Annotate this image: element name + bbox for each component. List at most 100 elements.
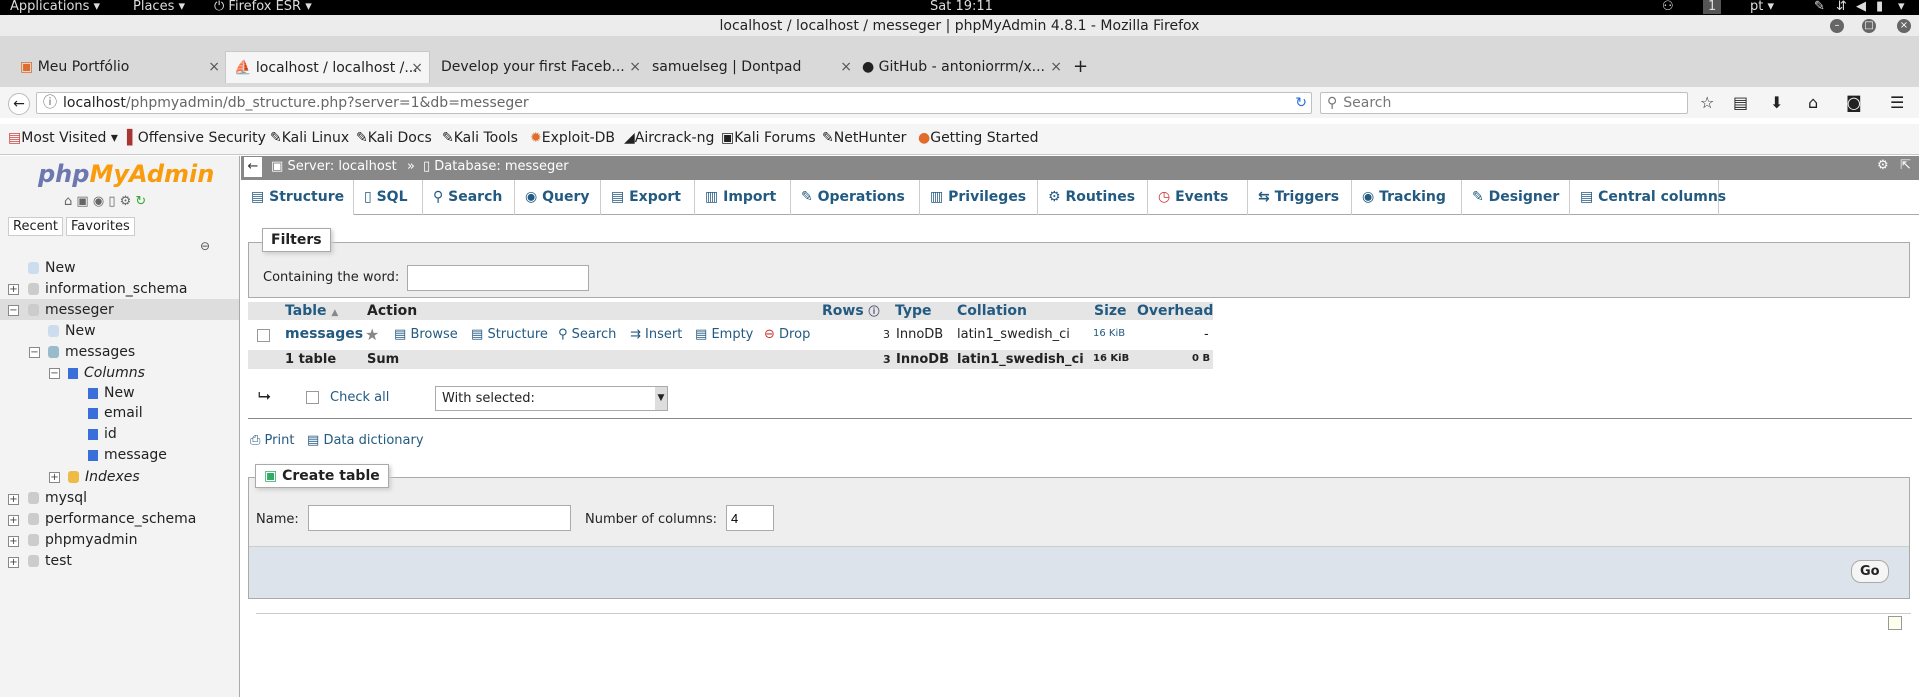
volume-icon[interactable]: ◀: [1856, 0, 1866, 14]
collapse-toggle[interactable]: −: [8, 305, 19, 316]
url-bar[interactable]: ⓘ localhost/phpmyadmin/db_structure.php?s…: [36, 92, 1312, 114]
tree-columns[interactable]: Columns: [68, 365, 145, 381]
firefox-menu[interactable]: ⏻ Firefox ESR ▾: [214, 0, 312, 14]
header-size[interactable]: Size: [1094, 303, 1127, 319]
pocket-icon[interactable]: ◙: [1846, 93, 1862, 112]
power-menu-icon[interactable]: ▾: [1898, 0, 1905, 14]
header-type[interactable]: Type: [895, 303, 932, 319]
filter-input[interactable]: [407, 265, 589, 291]
tab-operations[interactable]: ✎ Operations: [791, 180, 920, 215]
workspace-indicator[interactable]: 1: [1703, 0, 1722, 14]
settings-icon[interactable]: ⚙: [120, 194, 132, 209]
tab-export[interactable]: ▤ Export: [601, 180, 695, 215]
breadcrumb-server[interactable]: ▣ Server: localhost: [271, 159, 397, 174]
query-icon[interactable]: ◉: [93, 194, 104, 209]
check-all-label[interactable]: Check all: [330, 390, 389, 405]
tab-events[interactable]: ◷ Events: [1148, 180, 1248, 215]
back-button[interactable]: ←: [8, 93, 30, 115]
close-tab-icon[interactable]: ×: [411, 52, 423, 83]
tab-triggers[interactable]: ⇆ Triggers: [1248, 180, 1352, 215]
settings-gear-icon[interactable]: ⚙: [1877, 158, 1889, 173]
pma-logo[interactable]: phpMyAdmin: [38, 160, 214, 188]
collapse-top-icon[interactable]: ⇱: [1900, 158, 1911, 173]
tab-privileges[interactable]: ▥ Privileges: [920, 180, 1038, 215]
tree-db-performance-schema[interactable]: performance_schema: [28, 511, 196, 527]
language-indicator[interactable]: pt ▾: [1750, 0, 1774, 14]
downloads-icon[interactable]: ⬇: [1770, 93, 1783, 112]
bookmark-aircrack[interactable]: ◢Aircrack-ng: [624, 130, 714, 146]
close-window-button[interactable]: ×: [1897, 19, 1911, 33]
applications-menu[interactable]: Applications ▾: [10, 0, 100, 14]
bookmark-exploit-db[interactable]: ✹Exploit-DB: [530, 130, 615, 146]
pen-icon[interactable]: ✎: [1814, 0, 1825, 14]
header-collation[interactable]: Collation: [957, 303, 1027, 319]
close-tab-icon[interactable]: ×: [208, 51, 220, 83]
table-name-input[interactable]: [308, 505, 571, 531]
structure-link[interactable]: ▤ Structure: [471, 327, 548, 342]
insert-link[interactable]: ⇉ Insert: [630, 327, 682, 342]
tree-db-phpmyadmin[interactable]: phpmyadmin: [28, 532, 137, 548]
close-tab-icon[interactable]: ×: [1050, 51, 1062, 83]
search-link[interactable]: ⚲ Search: [558, 327, 616, 342]
hamburger-menu-icon[interactable]: ☰: [1890, 93, 1904, 112]
link-panels-icon[interactable]: ⊖: [200, 239, 210, 253]
browse-link[interactable]: ▤ Browse: [394, 327, 458, 342]
tree-column-id[interactable]: id: [88, 426, 117, 442]
tab-central-columns[interactable]: ▤ Central columns: [1570, 180, 1726, 215]
tree-db-mysql[interactable]: mysql: [28, 490, 87, 506]
data-dictionary-link[interactable]: ▤ Data dictionary: [307, 433, 424, 448]
tree-db-messeger[interactable]: messeger: [28, 302, 114, 318]
home-icon[interactable]: ⌂: [64, 194, 72, 209]
tree-column-email[interactable]: email: [88, 405, 143, 421]
header-rows[interactable]: Rows ⓘ: [822, 303, 880, 319]
tree-column-message[interactable]: message: [88, 447, 167, 463]
expand-toggle[interactable]: +: [8, 557, 19, 568]
favorites-tab[interactable]: Favorites: [66, 217, 135, 236]
tab-github[interactable]: ● GitHub - antoniorrm/x... ×: [862, 51, 1062, 83]
home-icon[interactable]: ⌂: [1808, 93, 1818, 112]
collapse-panel-icon[interactable]: ←: [244, 157, 262, 177]
minimize-button[interactable]: –: [1830, 19, 1844, 33]
bookmark-kali-forums[interactable]: ▣Kali Forums: [721, 130, 816, 146]
expand-toggle[interactable]: +: [8, 536, 19, 547]
with-selected-dropdown[interactable]: With selected: ▼: [435, 386, 668, 411]
tab-search[interactable]: ⚲ Search: [423, 180, 515, 215]
bookmark-kali-linux[interactable]: ✎Kali Linux: [270, 130, 349, 146]
logout-icon[interactable]: ▣: [76, 194, 88, 209]
tab-portfolio[interactable]: ▣ Meu Portfólio ×: [20, 51, 220, 83]
drop-link[interactable]: ⊖ Drop: [764, 327, 810, 342]
tree-db-information-schema[interactable]: information_schema: [28, 281, 188, 297]
search-bar[interactable]: ⚲ Search: [1320, 92, 1688, 114]
battery-icon[interactable]: ▮: [1876, 0, 1883, 14]
breadcrumb-database[interactable]: ▯ Database: messeger: [423, 159, 569, 174]
print-link[interactable]: ⎙ Print: [250, 433, 294, 448]
tab-structure[interactable]: ▤ Structure: [241, 180, 354, 215]
expand-toggle[interactable]: +: [8, 284, 19, 295]
clock[interactable]: Sat 19:11: [930, 0, 993, 14]
console-toggle-icon[interactable]: [1888, 616, 1902, 630]
reading-list-icon[interactable]: ▤: [1733, 93, 1748, 112]
close-tab-icon[interactable]: ×: [840, 51, 852, 83]
expand-toggle[interactable]: +: [8, 515, 19, 526]
collapse-toggle[interactable]: −: [29, 347, 40, 358]
network-icon[interactable]: ⇵: [1836, 0, 1847, 14]
tab-designer[interactable]: ✎ Designer: [1462, 180, 1570, 215]
expand-toggle[interactable]: +: [49, 472, 60, 483]
help-icon[interactable]: ⓘ: [869, 305, 880, 318]
bookmark-kali-tools[interactable]: ✎Kali Tools: [442, 130, 518, 146]
reload-icon[interactable]: ↻: [1295, 93, 1307, 113]
places-menu[interactable]: Places ▾: [133, 0, 185, 14]
bookmark-most-visited[interactable]: ▤Most Visited ▾: [8, 130, 118, 146]
tab-import[interactable]: ▥ Import: [695, 180, 791, 215]
tab-dontpad[interactable]: samuelseg | Dontpad ×: [652, 51, 852, 83]
tree-column-new[interactable]: New: [88, 385, 135, 401]
tree-indexes[interactable]: Indexes: [68, 469, 140, 485]
tree-db-test[interactable]: test: [28, 553, 72, 569]
favorite-star-icon[interactable]: ★: [365, 325, 379, 344]
tree-new-database[interactable]: New: [28, 260, 76, 276]
tree-new-table[interactable]: New: [48, 323, 96, 339]
go-button[interactable]: Go: [1851, 560, 1889, 583]
table-name-link[interactable]: messages: [285, 326, 363, 342]
header-overhead[interactable]: Overhead: [1137, 303, 1213, 319]
people-icon[interactable]: ⚇: [1662, 0, 1674, 14]
